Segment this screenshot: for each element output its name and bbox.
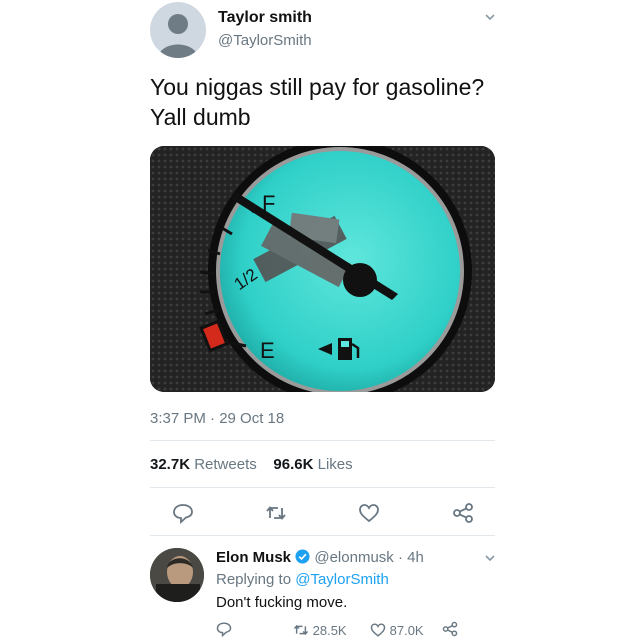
like-icon [370, 623, 386, 637]
chevron-down-icon[interactable] [484, 11, 496, 23]
retweets-count: 32.7K [150, 456, 191, 473]
reply-icon[interactable] [172, 502, 194, 524]
tweet-text-line-2: Yall dumb [150, 104, 251, 130]
reply-time[interactable]: · 4h [398, 549, 424, 566]
share-icon[interactable] [442, 621, 458, 637]
author-handle[interactable]: @TaylorSmith [218, 32, 312, 49]
retweet-icon[interactable] [265, 502, 287, 524]
reply-author-line: Elon Musk @elonmusk · 4h [216, 549, 424, 566]
chevron-down-icon[interactable] [484, 552, 496, 564]
reply-author-handle[interactable]: @elonmusk [314, 549, 393, 566]
reply-author-avatar[interactable] [150, 548, 204, 602]
divider [150, 440, 495, 441]
tweet-text-line-1: You niggas still pay for gasoline? [150, 74, 485, 100]
like-icon[interactable] [358, 502, 380, 524]
tweet-timestamp[interactable]: 3:37 PM · 29 Oct 18 [150, 410, 284, 427]
reply-icon[interactable] [216, 621, 232, 637]
likes-count: 96.6K [273, 456, 314, 473]
retweets-label: Retweets [194, 456, 257, 473]
tweet-media-image[interactable]: F 1/2 E [150, 146, 495, 392]
verified-badge-icon [295, 549, 310, 564]
gauge-empty-label: E [260, 338, 275, 363]
tweet-stats: 32.7K Retweets 96.6K Likes [150, 456, 353, 473]
retweets-stat[interactable]: 32.7K Retweets [150, 456, 257, 473]
reply-retweet-action[interactable]: 28.5K [293, 622, 347, 638]
author-name[interactable]: Taylor smith [218, 9, 312, 27]
fuel-gauge-image: F 1/2 E [150, 146, 495, 392]
retweet-icon [293, 624, 309, 636]
reply-author-name[interactable]: Elon Musk [216, 549, 291, 566]
reply-text: Don't fucking move. [216, 594, 348, 611]
share-icon[interactable] [452, 502, 474, 524]
divider [150, 535, 495, 536]
likes-label: Likes [317, 456, 353, 473]
reply-like-count: 87.0K [389, 623, 424, 638]
likes-stat[interactable]: 96.6K Likes [273, 456, 352, 473]
reply-like-action[interactable]: 87.0K [370, 622, 424, 638]
divider [150, 487, 495, 488]
replying-to-link[interactable]: @TaylorSmith [295, 571, 389, 588]
reply-retweet-count: 28.5K [312, 623, 347, 638]
replying-to-line: Replying to @TaylorSmith [216, 571, 389, 588]
tweet-text: You niggas still pay for gasoline? Yall … [150, 72, 510, 132]
author-avatar[interactable] [150, 2, 206, 58]
replying-prefix: Replying to [216, 571, 292, 588]
